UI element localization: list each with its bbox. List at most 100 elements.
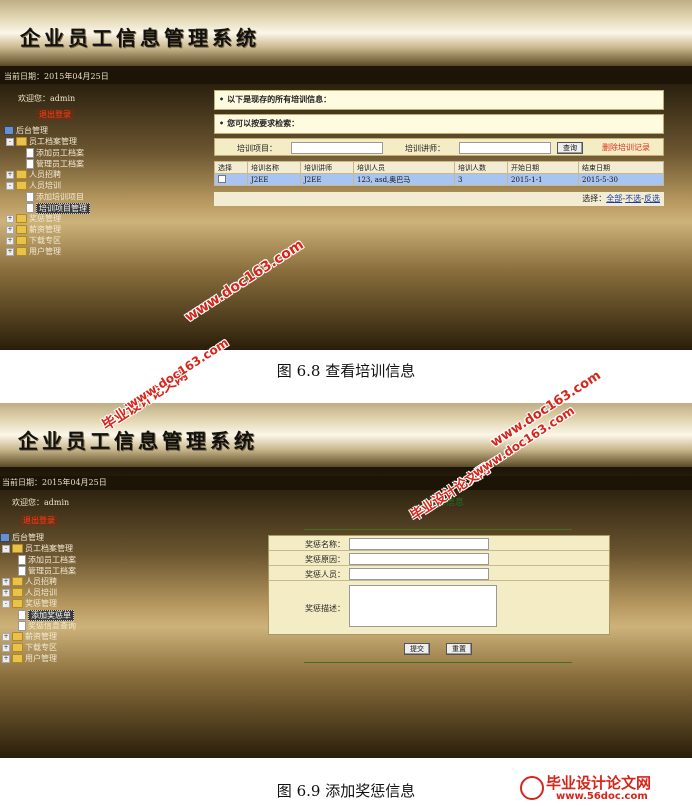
tree-add-training[interactable]: 添加培训项目: [26, 192, 84, 202]
row-checkbox[interactable]: [214, 173, 248, 186]
select-label: 选择：: [582, 194, 607, 203]
select-invert-link[interactable]: 反选: [644, 194, 660, 203]
submit-button[interactable]: 提交: [404, 643, 430, 655]
screenshot-2: 企业员工信息管理系统 当前日期：2015年04月25日 欢迎您：admin 退出…: [0, 403, 692, 758]
tree-root[interactable]: 后台管理: [0, 533, 44, 543]
tree-manage-training[interactable]: 培训项目管理: [26, 202, 90, 214]
cell-teacher: J2EE: [300, 173, 354, 186]
tree-users[interactable]: + 用户管理: [2, 654, 57, 664]
tree-add-reward[interactable]: 添加奖惩单: [18, 609, 74, 621]
col-start: 开始日期: [507, 161, 579, 174]
folder-icon: [16, 170, 27, 179]
folder-icon: [16, 137, 27, 146]
welcome-text: 欢迎您：admin: [12, 498, 70, 507]
expand-icon[interactable]: +: [2, 588, 10, 597]
tree-training[interactable]: + 人员培训: [2, 588, 57, 598]
document-icon: [18, 621, 26, 631]
expand-icon[interactable]: +: [6, 236, 14, 245]
nav-tree: 后台管理 - 员工档案管理 添加员工档案 管理员工档案 + 人员招聘 - 人员培训 添…: [4, 126, 204, 266]
tree-reward-punish[interactable]: - 奖惩管理: [2, 599, 57, 609]
checkbox-icon[interactable]: [218, 174, 226, 183]
tree-reward-punish[interactable]: + 奖惩管理: [6, 214, 61, 224]
footer-brand: 毕业设计论文网: [546, 774, 652, 792]
date-bar: 当前日期：2015年04月25日: [0, 476, 692, 490]
folder-icon: [12, 643, 23, 652]
select-all-link[interactable]: 全部: [606, 194, 622, 203]
cell-name: J2EE: [247, 173, 301, 186]
form-row-name: 奖惩名称：: [269, 536, 609, 551]
reward-desc-label: 奖惩描述：: [305, 604, 345, 613]
form-row-reason: 奖惩原因：: [269, 551, 609, 566]
tree-recruitment[interactable]: + 人员招聘: [2, 577, 57, 587]
expand-icon[interactable]: +: [2, 632, 10, 641]
app-title: 企业员工信息管理系统: [18, 429, 258, 453]
form-row-person: 奖惩人员：: [269, 566, 609, 581]
cell-staff: 123, asd,奥巴马: [353, 173, 455, 186]
date-bar: 当前日期：2015年04月25日: [0, 70, 692, 84]
tree-employee-archive[interactable]: - 员工档案管理: [6, 137, 77, 147]
tree-root[interactable]: 后台管理: [4, 126, 48, 136]
training-info-header: • 以下是现存的所有培训信息：: [214, 90, 664, 110]
tree-salary[interactable]: + 薪资管理: [6, 225, 61, 235]
expand-icon[interactable]: +: [2, 654, 10, 663]
document-icon: [18, 566, 26, 576]
tree-downloads[interactable]: + 下载专区: [2, 643, 57, 653]
reward-reason-label: 奖惩原因：: [305, 555, 345, 564]
select-none-link[interactable]: 不选: [625, 194, 641, 203]
expand-icon[interactable]: +: [2, 577, 10, 586]
tree-add-archive[interactable]: 添加员工档案: [18, 555, 76, 565]
tree-add-archive[interactable]: 添加员工档案: [26, 148, 84, 158]
reward-desc-textarea[interactable]: [349, 585, 497, 627]
cell-start: 2015-1-1: [507, 173, 579, 186]
folder-icon: [12, 654, 23, 663]
collapse-icon[interactable]: -: [6, 181, 14, 190]
col-count: 培训人数: [454, 161, 508, 174]
folder-icon: [12, 588, 23, 597]
tree-recruitment[interactable]: + 人员招聘: [6, 170, 61, 180]
current-date: 当前日期：2015年04月25日: [4, 72, 109, 81]
expand-icon[interactable]: +: [6, 170, 14, 179]
tree-salary[interactable]: + 薪资管理: [2, 632, 57, 642]
col-select: 选择: [214, 161, 248, 174]
training-teacher-input[interactable]: [459, 142, 551, 154]
training-item-input[interactable]: [291, 142, 383, 154]
top-divider: [304, 529, 572, 530]
search-row: 培训项目： 培训讲师： 查询 删除培训记录: [214, 138, 664, 156]
tree-manage-archive[interactable]: 管理员工档案: [18, 566, 76, 576]
tree-training[interactable]: - 人员培训: [6, 181, 61, 191]
tree-users[interactable]: + 用户管理: [6, 247, 61, 257]
welcome-text: 欢迎您：admin: [18, 94, 76, 103]
expand-icon[interactable]: +: [6, 214, 14, 223]
table-row[interactable]: J2EE J2EE 123, asd,奥巴马 3 2015-1-1 2015-5…: [214, 173, 664, 186]
expand-icon[interactable]: +: [2, 643, 10, 652]
reward-name-input[interactable]: [349, 538, 489, 550]
document-icon: [26, 203, 34, 213]
form-row-desc: 奖惩描述：: [269, 581, 609, 634]
logout-link[interactable]: 退出登录: [20, 515, 58, 526]
reset-button[interactable]: 重置: [446, 643, 472, 655]
col-name: 培训名称: [247, 161, 301, 174]
tree-query-reward[interactable]: 奖惩信息查询: [18, 621, 76, 631]
tree-downloads[interactable]: + 下载专区: [6, 236, 61, 246]
expand-icon[interactable]: +: [6, 247, 14, 256]
expand-icon[interactable]: +: [6, 225, 14, 234]
folder-icon: [12, 599, 23, 608]
collapse-icon[interactable]: -: [2, 599, 10, 608]
computer-icon: [0, 533, 10, 542]
current-date: 当前日期：2015年04月25日: [2, 478, 107, 487]
query-button[interactable]: 查询: [557, 142, 583, 154]
bullet-icon: •: [219, 119, 225, 128]
folder-icon: [12, 632, 23, 641]
tree-employee-archive[interactable]: - 员工档案管理: [2, 544, 73, 554]
table-header-row: 选择 培训名称 培训讲师 培训人员 培训人数 开始日期 结束日期: [214, 161, 664, 174]
footer-logo: 毕业设计论文网 www.56doc.com: [520, 772, 688, 804]
folder-icon: [16, 225, 27, 234]
delete-training-link[interactable]: 删除培训记录: [602, 142, 650, 153]
collapse-icon[interactable]: -: [6, 137, 14, 146]
folder-icon: [12, 577, 23, 586]
reward-reason-input[interactable]: [349, 553, 489, 565]
reward-person-input[interactable]: [349, 568, 489, 580]
collapse-icon[interactable]: -: [2, 544, 10, 553]
logout-link[interactable]: 退出登录: [36, 109, 74, 120]
tree-manage-archive[interactable]: 管理员工档案: [26, 159, 84, 169]
